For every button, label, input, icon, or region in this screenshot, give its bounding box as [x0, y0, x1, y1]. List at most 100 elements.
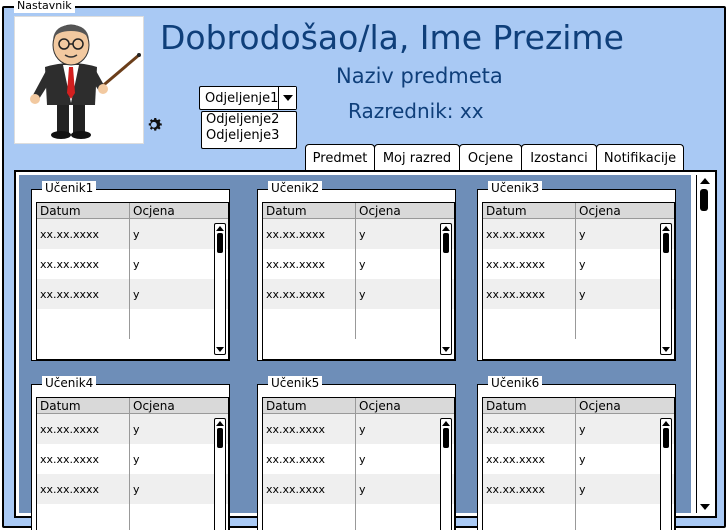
table-row[interactable]: xx.xx.xxxx y: [37, 414, 228, 444]
table-row[interactable]: xx.xx.xxxx y: [483, 249, 674, 279]
class-select-value: Odjeljenje1: [205, 90, 279, 106]
column-header-grade[interactable]: Ocjena: [576, 203, 674, 218]
date-cell: xx.xx.xxxx: [483, 219, 576, 249]
date-cell: xx.xx.xxxx: [483, 414, 576, 444]
tab-izostanci[interactable]: Izostanci: [521, 144, 597, 171]
chevron-down-icon[interactable]: [278, 87, 296, 109]
scroll-thumb[interactable]: [217, 428, 223, 448]
table-row[interactable]: xx.xx.xxxx y: [263, 249, 454, 279]
date-cell: xx.xx.xxxx: [37, 219, 130, 249]
table-row[interactable]: xx.xx.xxxx y: [483, 414, 674, 444]
date-cell: xx.xx.xxxx: [37, 249, 130, 279]
class-select[interactable]: Odjeljenje1: [199, 86, 297, 110]
panel-scrollbar[interactable]: [696, 175, 712, 513]
scroll-up-icon[interactable]: [442, 226, 450, 231]
scroll-up-icon[interactable]: [662, 226, 670, 231]
table-row[interactable]: xx.xx.xxxx y: [263, 474, 454, 504]
scroll-thumb[interactable]: [663, 428, 669, 448]
column-header-date[interactable]: Datum: [483, 203, 576, 218]
tab-predmet[interactable]: Predmet: [305, 144, 375, 171]
column-header-grade[interactable]: Ocjena: [356, 203, 454, 218]
column-header-grade[interactable]: Ocjena: [130, 203, 228, 218]
table-row[interactable]: xx.xx.xxxx y: [483, 444, 674, 474]
date-cell: xx.xx.xxxx: [483, 249, 576, 279]
table-row[interactable]: xx.xx.xxxx y: [37, 219, 228, 249]
table-scrollbar[interactable]: [440, 223, 452, 355]
table-scrollbar[interactable]: [440, 418, 452, 530]
table-header: Datum Ocjena: [483, 398, 674, 414]
table-row[interactable]: [37, 309, 228, 339]
class-option[interactable]: Odjeljenje3: [202, 128, 296, 144]
table-row[interactable]: [37, 504, 228, 530]
grades-table: Datum Ocjena xx.xx.xxxx y xx.xx.xxxx y x…: [482, 397, 675, 530]
student-card: Učenik3 Datum Ocjena xx.xx.xxxx y xx.xx.…: [477, 181, 676, 361]
student-name: Učenik3: [488, 181, 543, 195]
scroll-up-icon[interactable]: [662, 421, 670, 426]
table-row[interactable]: xx.xx.xxxx y: [37, 444, 228, 474]
column-header-date[interactable]: Datum: [263, 203, 356, 218]
scroll-thumb[interactable]: [663, 233, 669, 253]
student-card: Učenik5 Datum Ocjena xx.xx.xxxx y xx.xx.…: [257, 376, 456, 530]
table-scrollbar[interactable]: [660, 223, 672, 355]
student-card: Učenik4 Datum Ocjena xx.xx.xxxx y xx.xx.…: [31, 376, 230, 530]
tab-notifikacije[interactable]: Notifikacije: [596, 144, 684, 171]
date-cell: xx.xx.xxxx: [483, 279, 576, 309]
date-cell: xx.xx.xxxx: [263, 249, 356, 279]
table-row[interactable]: xx.xx.xxxx y: [483, 219, 674, 249]
student-card: Učenik2 Datum Ocjena xx.xx.xxxx y xx.xx.…: [257, 181, 456, 361]
table-scrollbar[interactable]: [214, 223, 226, 355]
table-row[interactable]: xx.xx.xxxx y: [263, 414, 454, 444]
date-cell: xx.xx.xxxx: [263, 279, 356, 309]
scroll-up-icon[interactable]: [442, 421, 450, 426]
table-row[interactable]: xx.xx.xxxx y: [37, 279, 228, 309]
subject-name: Naziv predmeta: [336, 64, 503, 88]
scroll-up-icon[interactable]: [216, 226, 224, 231]
date-cell: xx.xx.xxxx: [37, 279, 130, 309]
table-row[interactable]: xx.xx.xxxx y: [263, 279, 454, 309]
table-row[interactable]: [483, 504, 674, 530]
scroll-down-icon[interactable]: [662, 347, 670, 352]
scroll-down-icon[interactable]: [442, 347, 450, 352]
grades-table: Datum Ocjena xx.xx.xxxx y xx.xx.xxxx y x…: [482, 202, 675, 360]
table-row[interactable]: xx.xx.xxxx y: [263, 444, 454, 474]
tab-ocjene[interactable]: Ocjene: [459, 144, 522, 171]
scroll-up-icon[interactable]: [216, 421, 224, 426]
table-row[interactable]: xx.xx.xxxx y: [263, 219, 454, 249]
table-row[interactable]: xx.xx.xxxx y: [37, 474, 228, 504]
scroll-thumb[interactable]: [217, 233, 223, 253]
scroll-thumb[interactable]: [700, 189, 708, 211]
student-name: Učenik6: [488, 376, 543, 390]
table-scrollbar[interactable]: [214, 418, 226, 530]
table-row[interactable]: xx.xx.xxxx y: [483, 279, 674, 309]
student-name: Učenik1: [42, 181, 97, 195]
homeroom-label: Razrednik: xx: [348, 99, 484, 123]
column-header-grade[interactable]: Ocjena: [576, 398, 674, 413]
date-cell: xx.xx.xxxx: [263, 444, 356, 474]
table-row[interactable]: [483, 309, 674, 339]
column-header-grade[interactable]: Ocjena: [130, 398, 228, 413]
student-name: Učenik4: [42, 376, 97, 390]
scroll-down-icon[interactable]: [216, 347, 224, 352]
date-cell: xx.xx.xxxx: [37, 414, 130, 444]
scroll-thumb[interactable]: [443, 428, 449, 448]
column-header-date[interactable]: Datum: [37, 203, 130, 218]
table-header: Datum Ocjena: [37, 398, 228, 414]
column-header-date[interactable]: Datum: [263, 398, 356, 413]
table-row[interactable]: [263, 309, 454, 339]
class-option[interactable]: Odjeljenje2: [202, 112, 296, 128]
column-header-grade[interactable]: Ocjena: [356, 398, 454, 413]
table-row[interactable]: [263, 504, 454, 530]
table-row[interactable]: xx.xx.xxxx y: [483, 474, 674, 504]
scroll-up-icon[interactable]: [700, 178, 710, 184]
table-scrollbar[interactable]: [660, 418, 672, 530]
table-header: Datum Ocjena: [263, 203, 454, 219]
scroll-thumb[interactable]: [443, 233, 449, 253]
gear-icon[interactable]: [146, 116, 166, 136]
table-header: Datum Ocjena: [483, 203, 674, 219]
scroll-down-icon[interactable]: [700, 504, 710, 510]
date-cell: xx.xx.xxxx: [263, 414, 356, 444]
column-header-date[interactable]: Datum: [37, 398, 130, 413]
column-header-date[interactable]: Datum: [483, 398, 576, 413]
table-row[interactable]: xx.xx.xxxx y: [37, 249, 228, 279]
tab-moj-razred[interactable]: Moj razred: [374, 144, 460, 171]
